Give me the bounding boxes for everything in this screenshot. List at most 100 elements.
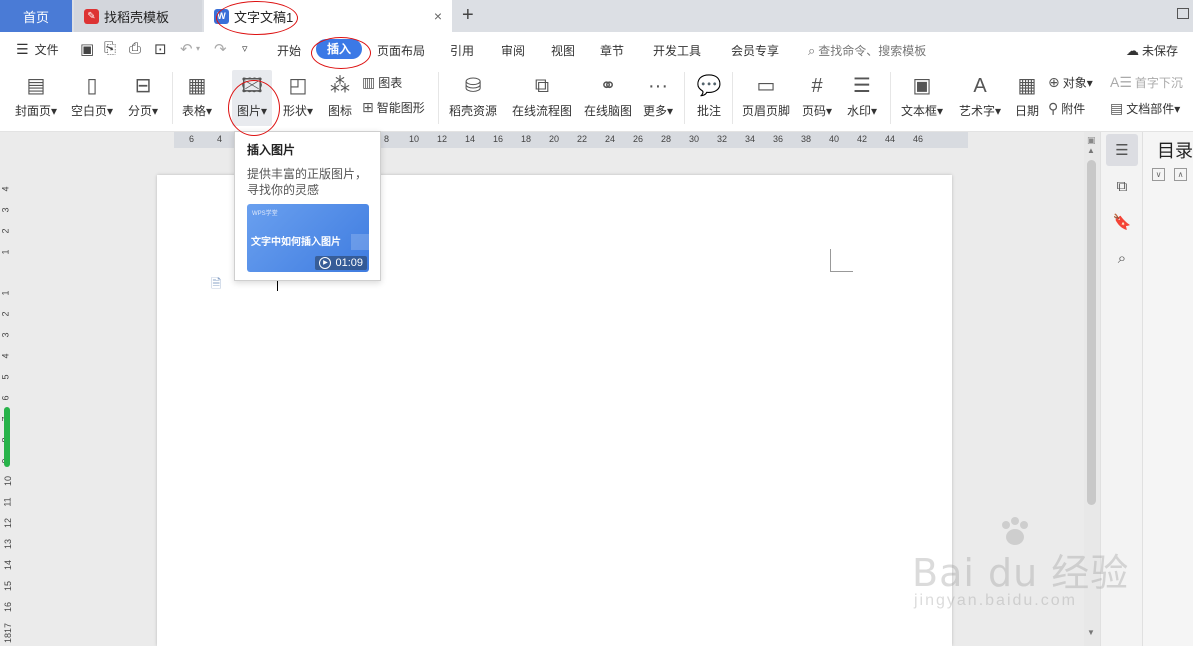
doc-parts-button[interactable]: ▤ 文档部件 ▾ [1110,100,1180,117]
header-footer-label: 页眉页脚 [741,104,790,118]
ruler-tick: 36 [773,134,784,144]
scroll-down-icon[interactable]: ▼ [1087,628,1095,637]
page-number-button[interactable]: # 页码▾ [800,72,834,119]
tab-review[interactable]: 审阅 [501,42,525,59]
resources-button[interactable]: ⛁ 稻壳资源 [446,72,500,119]
collapse-icon[interactable]: ∨ [1152,168,1165,181]
search-icon: ⌕ [808,42,816,58]
ruler-tick: 22 [577,134,588,144]
tab-page-layout[interactable]: 页面布局 [377,42,425,59]
comment-label: 批注 [696,104,721,118]
shape-button[interactable]: ◰ 形状▾ [278,72,318,119]
annotation-circle-insert-tab [311,37,371,69]
navigation-icon[interactable]: ⧉ [1106,170,1138,202]
unsaved-status[interactable]: ☁ 未保存 [1126,42,1178,59]
undo-icon[interactable]: ↶ [180,40,193,58]
tab-start[interactable]: 开始 [277,42,301,59]
ruler-tick: 10 [3,475,14,487]
ruler-tick: 15 [3,580,14,592]
undo-dropdown-icon[interactable]: ▾ [196,44,200,53]
command-search[interactable]: ⌕ 查找命令、搜索模板 [808,42,926,59]
cloud-icon: ☁ [1126,42,1139,58]
print-icon[interactable]: ⎙ [129,40,141,57]
ruler-tick: 1 [0,290,11,296]
chart-button[interactable]: ▥ 图表 [362,74,402,91]
textbox-label: 文本框 [900,104,937,118]
scroll-up-icon[interactable]: ▲ [1087,146,1095,155]
dropcap-button[interactable]: A☰ 首字下沉 [1110,74,1183,91]
tutorial-video-thumbnail[interactable]: WPS学堂 文字中如何插入图片 ▶ 01:09 [247,204,369,272]
paragraph-handle-icon[interactable]: 🗎 [211,275,221,297]
smartart-button[interactable]: ⊞ 智能图形 [362,99,425,116]
redo-icon[interactable]: ↷ [214,40,227,58]
ruler-tick: 42 [857,134,868,144]
expand-icon[interactable]: ∧ [1174,168,1187,181]
scroll-options-icon[interactable]: ▣ [1087,135,1096,146]
ruler-tick: 40 [829,134,840,144]
page-break-button[interactable]: ⊟ 分页▾ [124,72,162,119]
ribbon-divider [890,72,891,124]
icon-button[interactable]: ⁂ 图标 [324,72,356,119]
close-tab-icon[interactable]: × [434,8,442,24]
bookmark-icon[interactable]: 🔖 [1106,206,1138,238]
mindmap-button[interactable]: ⚭ 在线脑图 [581,72,635,119]
save-icon[interactable]: ▣ [80,40,94,58]
scrollbar-thumb[interactable] [1087,160,1096,505]
more-button[interactable]: ··· 更多▾ [640,72,676,119]
textbox-icon: ▣ [912,75,932,97]
ribbon-divider [684,72,685,124]
play-icon: ▶ [319,257,332,269]
table-icon: ▦ [187,75,207,97]
customize-toolbar-icon[interactable]: ▿ [242,42,248,55]
ribbon-divider [732,72,733,124]
tab-view[interactable]: 视图 [551,42,575,59]
annotation-circle-picture [228,80,280,136]
dropcap-icon: A☰ [1110,74,1132,90]
toc-title: 目录 [1157,141,1193,161]
video-title: 文字中如何插入图片 [251,237,341,248]
ruler-tick: 4 [0,353,11,359]
ruler-tick: 30 [689,134,700,144]
tab-developer[interactable]: 开发工具 [653,42,701,59]
ruler-tick: 13 [3,538,14,550]
flowchart-button[interactable]: ⧉ 在线流程图 [510,72,574,119]
table-button[interactable]: ▦ 表格▾ [178,72,216,119]
watermark-button[interactable]: ☰ 水印▾ [844,72,880,119]
ruler-tick: 38 [801,134,812,144]
tab-references[interactable]: 引用 [450,42,474,59]
find-icon[interactable]: ⌕ [1106,242,1138,274]
new-tab-button[interactable]: + [462,4,474,27]
wordart-button[interactable]: A 艺术字▾ [956,72,1004,119]
tab-home[interactable]: 首页 [0,0,72,32]
tab-templates[interactable]: ✎ 找稻壳模板 [74,0,202,32]
horizontal-ruler[interactable]: 6 4 8 10 12 14 16 18 20 22 24 26 28 30 3… [16,132,1084,148]
calendar-icon: ▦ [1017,75,1037,97]
watermark-url: jingyan.baidu.com [914,592,1077,609]
tab-chapter[interactable]: 章节 [600,42,624,59]
table-label: 表格 [181,104,206,118]
ruler-tick: 4 [217,134,223,144]
object-button[interactable]: ⊕ 对象 ▾ [1048,74,1093,91]
textbox-button[interactable]: ▣ 文本框▾ [898,72,946,119]
file-menu-button[interactable]: ☰ 文件 [16,41,59,58]
vertical-ruler[interactable]: 4 3 2 1 1 2 3 4 5 6 7 8 9 10 11 12 13 14… [0,148,16,646]
hamburger-icon: ☰ [16,41,29,57]
window-maximize-icon[interactable] [1177,8,1189,19]
toc-panel-icon[interactable]: ☰ [1106,134,1138,166]
print-preview-icon[interactable]: ⊡ [154,40,167,58]
file-menu-label: 文件 [34,43,59,57]
header-footer-button[interactable]: ▭ 页眉页脚 [740,72,792,119]
cover-page-label: 封面页 [14,104,51,118]
icon-label: 图标 [327,104,352,118]
more-icon: ··· [648,75,668,97]
comment-button[interactable]: 💬 批注 [692,72,726,119]
attachment-button[interactable]: ⚲ 附件 [1048,100,1085,117]
ruler-tick: 20 [549,134,560,144]
blank-page-button[interactable]: ▯ 空白页▾ [68,72,116,119]
date-button[interactable]: ▦ 日期 [1012,72,1042,119]
wordart-label: 艺术字 [958,104,995,118]
cover-page-button[interactable]: ▤ 封面页▾ [12,72,60,119]
export-pdf-icon[interactable]: ⎘ [104,40,116,57]
object-label: 对象 [1062,76,1087,90]
tab-member[interactable]: 会员专享 [731,42,779,59]
